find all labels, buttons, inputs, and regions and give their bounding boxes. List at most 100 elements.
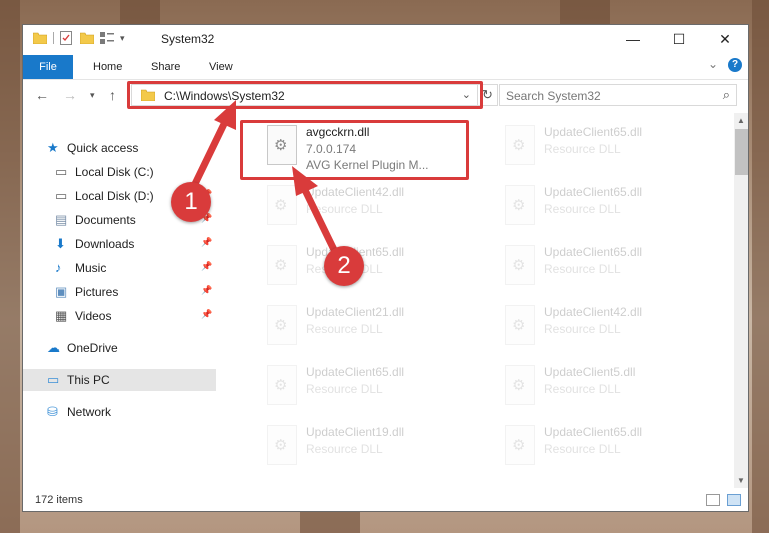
- file-type: Resource DLL: [306, 202, 383, 216]
- gear-icon: ⚙: [512, 197, 526, 214]
- dll-file-icon: ⚙: [267, 425, 297, 465]
- gear-icon: ⚙: [512, 377, 526, 394]
- file-name: UpdateClient42.dll: [306, 185, 405, 199]
- file-type: Resource DLL: [544, 202, 621, 216]
- download-icon: ⬇: [55, 236, 66, 251]
- maximize-button[interactable]: ☐: [656, 25, 702, 53]
- pin-icon[interactable]: 📌: [201, 285, 212, 296]
- help-icon[interactable]: ?: [728, 58, 742, 72]
- tab-view[interactable]: View: [209, 55, 233, 79]
- sidebar-item-label: Local Disk (D:): [75, 189, 154, 203]
- background-tree: [752, 0, 769, 533]
- sidebar-item[interactable]: ♪ Music 📌: [23, 257, 216, 279]
- step-1-badge: 1: [171, 182, 211, 222]
- window-title: System32: [161, 32, 215, 46]
- folder-icon[interactable]: [33, 32, 47, 44]
- view-options-icon[interactable]: [100, 32, 114, 44]
- status-bar: 172 items: [23, 488, 748, 511]
- file-item[interactable]: ⚙ UpdateClient65.dll Resource DLL: [491, 243, 716, 293]
- file-item[interactable]: ⚙UpdateClient65.dllResource DLL: [253, 243, 478, 293]
- new-folder-icon[interactable]: [80, 32, 94, 44]
- dll-file-icon: ⚙: [505, 245, 535, 285]
- address-highlight-box: [127, 81, 483, 109]
- file-item[interactable]: ⚙ UpdateClient5.dll Resource DLL: [491, 363, 716, 413]
- large-icons-view-icon[interactable]: [727, 494, 741, 506]
- vertical-scrollbar[interactable]: ▲ ▼: [734, 113, 748, 488]
- properties-icon[interactable]: [60, 31, 72, 45]
- documents-icon: ▤: [55, 212, 68, 227]
- star-icon: ★: [47, 140, 59, 155]
- search-icon[interactable]: ⌕: [723, 87, 730, 103]
- file-name: UpdateClient65.dll: [306, 365, 405, 379]
- sidebar-item[interactable]: ☁ OneDrive: [23, 337, 216, 359]
- pin-icon[interactable]: 📌: [201, 237, 212, 248]
- file-item[interactable]: ⚙UpdateClient65.dllResource DLL: [491, 423, 716, 473]
- close-icon: ✕: [719, 31, 731, 47]
- music-icon: ♪: [55, 260, 62, 275]
- sidebar-item-label: This PC: [67, 373, 110, 387]
- sidebar-item[interactable]: ⛁ Network: [23, 401, 216, 423]
- file-name: UpdateClient65.dll: [544, 245, 643, 259]
- file-name: UpdateClient21.dll: [306, 305, 405, 319]
- sidebar-item-label: Documents: [75, 213, 136, 227]
- gear-icon: ⚙: [512, 257, 526, 274]
- minimize-button[interactable]: —: [610, 25, 656, 53]
- pin-icon[interactable]: 📌: [201, 309, 212, 320]
- background-tree: [0, 0, 20, 533]
- dll-file-icon: ⚙: [267, 365, 297, 405]
- gear-icon: ⚙: [512, 137, 526, 154]
- tab-share[interactable]: Share: [151, 55, 180, 79]
- gear-icon: ⚙: [274, 377, 288, 394]
- file-highlight-box: [240, 120, 469, 180]
- gear-icon: ⚙: [274, 317, 288, 334]
- pin-icon[interactable]: 📌: [201, 261, 212, 272]
- back-arrow-icon[interactable]: ←: [35, 87, 49, 103]
- file-item[interactable]: ⚙ UpdateClient19.dll Resource DLL: [253, 423, 478, 473]
- sidebar-item[interactable]: ▭ Local Disk (C:): [23, 161, 216, 183]
- up-arrow-icon[interactable]: ↑: [109, 87, 116, 103]
- network-icon: ⛁: [47, 404, 58, 419]
- sidebar-item-label: Pictures: [75, 285, 119, 299]
- file-item[interactable]: ⚙UpdateClient65.dllResource DLL: [253, 363, 478, 413]
- sidebar-item[interactable]: ★ Quick access: [23, 137, 216, 159]
- file-item[interactable]: ⚙ UpdateClient42.dll Resource DLL: [491, 303, 716, 353]
- recent-locations-icon[interactable]: ▾: [90, 90, 95, 101]
- file-type: Resource DLL: [544, 262, 621, 276]
- dll-file-icon: ⚙: [505, 305, 535, 345]
- scrollbar-thumb[interactable]: [735, 129, 748, 175]
- dropdown-arrow-icon[interactable]: ▾: [120, 33, 125, 44]
- sidebar-item-label: OneDrive: [67, 341, 118, 355]
- sidebar-item[interactable]: ▦ Videos 📌: [23, 305, 216, 327]
- expand-ribbon-icon[interactable]: ⌄: [708, 57, 718, 71]
- dll-file-icon: ⚙: [505, 185, 535, 225]
- scroll-down-icon[interactable]: ▼: [737, 476, 745, 485]
- details-view-icon[interactable]: [706, 494, 720, 506]
- gear-icon: ⚙: [512, 437, 526, 454]
- file-item[interactable]: ⚙UpdateClient65.dllResource DLL: [491, 123, 716, 173]
- drive-icon: ▭: [55, 188, 68, 203]
- search-input[interactable]: Search System32 ⌕: [499, 84, 737, 106]
- item-count: 172 items: [35, 494, 83, 506]
- sidebar-item-label: Network: [67, 405, 112, 419]
- close-button[interactable]: ✕: [702, 25, 748, 53]
- scroll-up-icon[interactable]: ▲: [737, 116, 745, 125]
- background-tree: [120, 0, 160, 24]
- gear-icon: ⚙: [274, 437, 288, 454]
- forward-arrow-icon[interactable]: →: [63, 87, 77, 103]
- file-item[interactable]: ⚙UpdateClient65.dllResource DLL: [491, 183, 716, 233]
- dll-file-icon: ⚙: [505, 125, 535, 165]
- file-item[interactable]: ⚙ UpdateClient21.dll Resource DLL: [253, 303, 478, 353]
- tab-home[interactable]: Home: [93, 55, 122, 79]
- dll-file-icon: ⚙: [267, 245, 297, 285]
- pictures-icon: ▣: [55, 284, 68, 299]
- title-bar: ▾ System32 — ☐ ✕: [23, 25, 748, 53]
- sidebar-item-label: Music: [75, 261, 107, 275]
- tab-file[interactable]: File: [23, 55, 73, 79]
- file-type: Resource DLL: [544, 382, 621, 396]
- sidebar-item[interactable]: ▣ Pictures 📌: [23, 281, 216, 303]
- sidebar-item[interactable]: ▭ This PC: [23, 369, 216, 391]
- file-name: UpdateClient19.dll: [306, 425, 405, 439]
- sidebar-item[interactable]: ⬇ Downloads 📌: [23, 233, 216, 255]
- gear-icon: ⚙: [274, 197, 288, 214]
- file-item[interactable]: ⚙ UpdateClient42.dll Resource DLL: [253, 183, 478, 233]
